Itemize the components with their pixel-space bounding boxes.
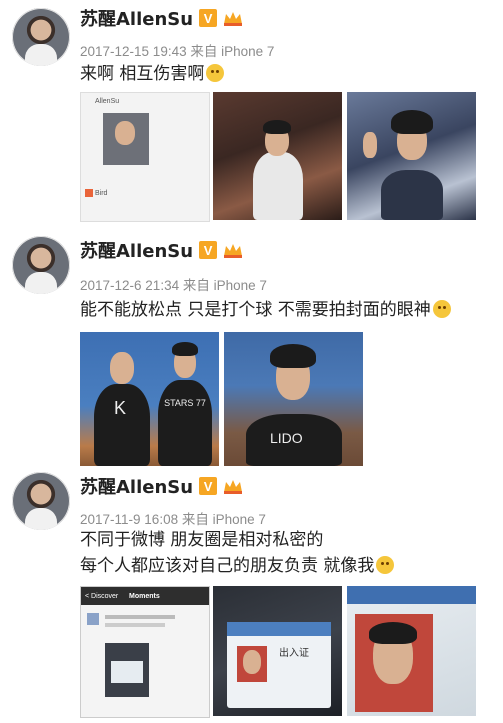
chat-name-2: Bird	[95, 190, 108, 197]
author-row: 苏醒AllenSu V	[80, 474, 244, 498]
author-name[interactable]: 苏醒AllenSu	[80, 237, 193, 263]
post-timestamp: 2017-12-15 19:43	[80, 44, 187, 59]
post-image-4[interactable]: K STARS 77	[80, 332, 219, 466]
post-text-content-2: 每个人都应该对自己的朋友负责 就像我	[80, 556, 375, 576]
jersey-right: LIDO	[246, 414, 342, 466]
post-image-2[interactable]	[213, 92, 342, 220]
post-text-content: 来啊 相互伤害啊	[80, 64, 205, 84]
jersey-left: K	[94, 384, 150, 466]
jersey-mid: STARS 77	[158, 380, 212, 466]
jersey-right-label: LIDO	[270, 430, 303, 446]
post-text: 来啊 相互伤害啊	[80, 62, 225, 87]
jersey-mid-label: STARS 77	[164, 398, 206, 408]
chat-name-1: AllenSu	[95, 98, 120, 105]
post-text-content: 能不能放松点 只是打个球 不需要拍封面的眼神	[80, 300, 431, 320]
author-avatar[interactable]	[12, 236, 70, 294]
verified-badge-icon: V	[199, 477, 218, 495]
post-timestamp: 2017-12-6 21:34	[80, 278, 180, 293]
member-crown-icon	[222, 477, 244, 495]
post-image-6[interactable]: < Discover Moments	[80, 586, 210, 718]
post-text: 能不能放松点 只是打个球 不需要拍封面的眼神	[80, 298, 451, 323]
jersey-left-label: K	[114, 398, 127, 418]
phone-back-label: < Discover	[85, 593, 119, 600]
post-source: 来自 iPhone 7	[181, 512, 266, 527]
post-text-line-2: 每个人都应该对自己的朋友负责 就像我	[80, 554, 395, 579]
post-text-content-1: 不同于微博 朋友圈是相对私密的	[80, 530, 324, 550]
member-crown-icon	[222, 9, 244, 27]
verified-badge-icon: V	[199, 9, 218, 27]
author-avatar[interactable]	[12, 8, 70, 66]
emoji-icon	[432, 300, 451, 318]
author-name[interactable]: 苏醒AllenSu	[80, 5, 193, 31]
post-image-3[interactable]	[347, 92, 476, 220]
author-row: 苏醒AllenSu V	[80, 6, 244, 30]
author-avatar[interactable]	[12, 472, 70, 530]
author-row: 苏醒AllenSu V	[80, 238, 244, 262]
post-timestamp: 2017-11-9 16:08	[80, 512, 179, 527]
post-text-line-1: 不同于微博 朋友圈是相对私密的	[80, 528, 323, 553]
post-image-1[interactable]: AllenSu Bird	[80, 92, 210, 222]
verified-badge-icon: V	[199, 241, 218, 259]
post-meta: 2017-12-6 21:34 来自 iPhone 7	[80, 274, 267, 294]
emoji-icon	[376, 556, 395, 574]
post-meta: 2017-11-9 16:08 来自 iPhone 7	[80, 508, 266, 528]
post-image-7[interactable]: 出入证	[213, 586, 342, 716]
post-image-5[interactable]: LIDO	[224, 332, 363, 466]
post-source: 来自 iPhone 7	[182, 278, 267, 293]
author-name[interactable]: 苏醒AllenSu	[80, 473, 193, 499]
post-image-8[interactable]	[347, 586, 476, 716]
card-title: 出入证	[279, 648, 309, 659]
phone-header-label: Moments	[129, 593, 160, 600]
post-source: 来自 iPhone 7	[190, 44, 275, 59]
post-meta: 2017-12-15 19:43 来自 iPhone 7	[80, 40, 274, 60]
emoji-icon	[206, 64, 225, 82]
member-crown-icon	[222, 241, 244, 259]
